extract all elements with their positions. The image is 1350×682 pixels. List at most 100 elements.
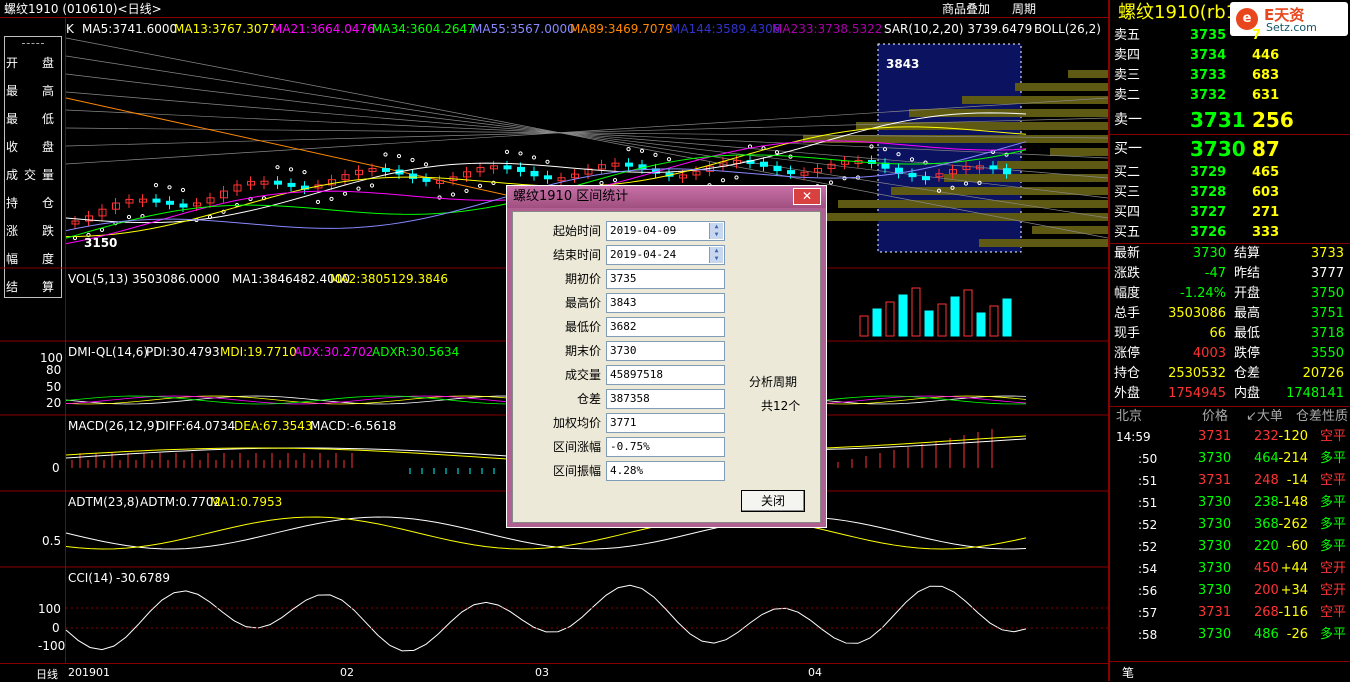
tick-row[interactable]: :57 3731 268 -116 空平 <box>1110 602 1350 624</box>
ask-row[interactable]: 卖五 3735 7 <box>1110 26 1350 46</box>
tick-price: 3731 <box>1198 473 1232 488</box>
sar-dot <box>828 180 834 185</box>
candle-body <box>517 166 525 172</box>
field-input[interactable]: 3730 <box>606 341 725 361</box>
period-tab[interactable]: 日线 <box>36 666 58 682</box>
tick-volume: 220 <box>1254 539 1279 554</box>
tick-row[interactable]: :51 3730 238 -148 多平 <box>1110 492 1350 514</box>
field-input[interactable]: 3843 <box>606 293 725 313</box>
field-input[interactable]: 2019-04-24 ▲ ▼ <box>606 245 725 265</box>
bid-row[interactable]: 买二 3729 465 <box>1110 163 1350 183</box>
field-label: 最高价 <box>564 296 601 310</box>
ask-row[interactable]: 卖四 3734 446 <box>1110 46 1350 66</box>
sar-dot <box>383 152 388 157</box>
dmi-label: DMI-QL(14,6) <box>68 345 149 359</box>
tick-oi: -116 <box>1278 605 1308 620</box>
vol-label: VOL(5,13) 3503086.0000 <box>68 272 220 286</box>
tick-price: 3730 <box>1198 627 1232 642</box>
field-input[interactable]: 3771 <box>606 413 725 433</box>
tick-row[interactable]: :52 3730 368 -262 多平 <box>1110 514 1350 536</box>
tick-volume: 232 <box>1254 429 1279 444</box>
sar-dot <box>504 149 510 154</box>
ask-row[interactable]: 卖三 3733 683 <box>1110 66 1350 86</box>
range-stats-dialog[interactable]: 螺纹1910 区间统计 ✕ 分析周期 共12个 关闭 起始时间 2019-04-0… <box>506 185 827 528</box>
dialog-title[interactable]: 螺纹1910 区间统计 <box>507 186 826 208</box>
tick-row[interactable]: :51 3731 248 -14 空平 <box>1110 470 1350 492</box>
ask-row[interactable]: 卖一 3731 256 <box>1110 106 1350 134</box>
stat-label: 外盘 <box>1114 386 1141 401</box>
field-input[interactable]: 2019-04-09 ▲ ▼ <box>606 221 725 241</box>
ask-row[interactable]: 卖二 3732 631 <box>1110 86 1350 106</box>
candle-body <box>152 198 161 203</box>
close-button[interactable]: 关闭 <box>741 490 805 512</box>
stat-value: -1.24% <box>1180 286 1226 301</box>
ask-label: 卖一 <box>1114 112 1142 128</box>
field-label: 结束时间 <box>552 248 601 262</box>
field-input[interactable]: 45897518 <box>606 365 725 385</box>
tick-oi: -14 <box>1286 473 1308 488</box>
tick-header-loc: 北京 <box>1116 409 1143 424</box>
stat-row: 外盘 1754945 内盘 1748141 <box>1110 384 1350 404</box>
field-input[interactable]: 3735 <box>606 269 725 289</box>
spinner-icon[interactable]: ▲ ▼ <box>709 223 723 239</box>
spinner-icon[interactable]: ▲ ▼ <box>709 247 723 263</box>
tick-oi: -148 <box>1278 495 1308 510</box>
period-button[interactable]: 周期 <box>1012 0 1036 18</box>
field-input[interactable]: 3682 <box>606 317 725 337</box>
bid-row[interactable]: 买一 3730 87 <box>1110 135 1350 163</box>
tick-row[interactable]: :50 3730 464 -214 多平 <box>1110 448 1350 470</box>
sar-dot <box>288 167 294 172</box>
dialog-close-icon[interactable]: ✕ <box>793 188 821 205</box>
stat-row: 最新 3730 结算 3733 <box>1110 244 1350 264</box>
tick-row[interactable]: :52 3730 220 -60 多平 <box>1110 536 1350 558</box>
tick-price: 3730 <box>1198 517 1232 532</box>
low-mark: 3150 <box>84 236 118 250</box>
field-input[interactable]: 4.28% <box>606 461 725 481</box>
tick-row[interactable]: :58 3730 486 -26 多平 <box>1110 624 1350 646</box>
bid-label: 买四 <box>1114 205 1141 220</box>
ask-volume: 631 <box>1252 88 1280 103</box>
field-input[interactable]: -0.75% <box>606 437 725 457</box>
candle-body <box>760 161 768 167</box>
tick-time: :50 <box>1138 452 1158 466</box>
analysis-period-label: 分析周期 <box>749 375 798 389</box>
stat-label: 开盘 <box>1234 286 1261 301</box>
date-axis: 日线 201901 02 03 04 <box>0 663 1108 681</box>
tick-oi: -262 <box>1278 517 1308 532</box>
bid-volume: 603 <box>1252 185 1280 200</box>
sar-dot <box>720 178 726 183</box>
field-value: 45897518 <box>610 368 663 381</box>
stat-row: 涨停 4003 跌停 3550 <box>1110 344 1350 364</box>
overlay-button[interactable]: 商品叠加 <box>942 0 990 18</box>
tick-list[interactable]: 14:59 3731 232 -120 空平:50 3730 464 -214 多平:51 373… <box>1110 426 1350 646</box>
stat-value: 1754945 <box>1168 386 1226 401</box>
tab-ticks[interactable]: 笔 <box>1122 664 1134 681</box>
field-input[interactable]: 387358 <box>606 389 725 409</box>
ask-price: 3731 <box>1190 108 1246 132</box>
tick-nature: 多平 <box>1320 495 1347 510</box>
bid-volume: 87 <box>1252 137 1280 161</box>
stat-label: 最高 <box>1234 306 1261 321</box>
bid-row[interactable]: 买三 3728 603 <box>1110 183 1350 203</box>
bid-row[interactable]: 买五 3726 333 <box>1110 223 1350 243</box>
bid-row[interactable]: 买四 3727 271 <box>1110 203 1350 223</box>
bid-label: 买二 <box>1114 165 1141 180</box>
ma5-label: MA5:3741.6000 <box>82 22 178 36</box>
field-value: -0.75% <box>610 440 650 453</box>
date-label: 04 <box>808 666 822 679</box>
volume-bar <box>911 287 921 337</box>
tick-header-price: 价格 <box>1202 409 1229 424</box>
bottom-tabs: 笔 <box>1110 661 1350 681</box>
tick-row[interactable]: 14:59 3731 232 -120 空平 <box>1110 426 1350 448</box>
tick-row[interactable]: :56 3730 200 +34 空开 <box>1110 580 1350 602</box>
tick-nature: 空平 <box>1320 429 1347 444</box>
sar-dot <box>126 214 132 220</box>
tick-oi: -26 <box>1286 627 1308 642</box>
tick-row[interactable]: :54 3730 450 +44 空开 <box>1110 558 1350 580</box>
tick-nature: 空开 <box>1320 583 1347 598</box>
field-value: 3730 <box>610 344 637 357</box>
candle-body <box>382 168 390 173</box>
sar-dot <box>423 162 429 167</box>
ma55-label: MA55:3567.0000 <box>472 22 575 36</box>
field-label: 区间涨幅 <box>552 440 601 454</box>
